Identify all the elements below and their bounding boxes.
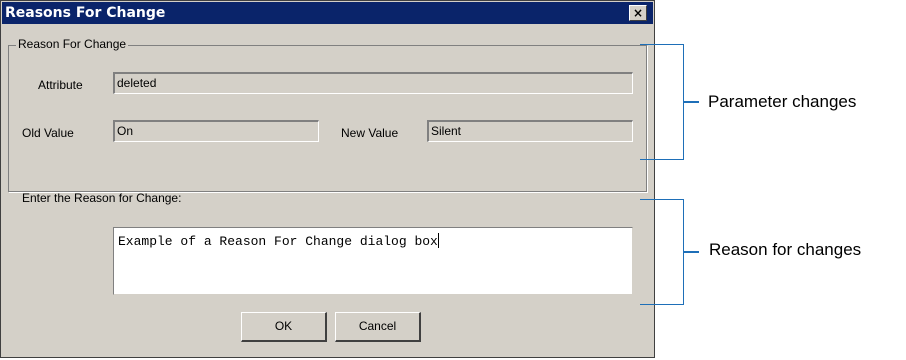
cancel-button[interactable]: Cancel	[335, 312, 421, 342]
close-button[interactable]: ×	[629, 5, 647, 21]
reason-for-changes-annotation: Reason for changes	[709, 240, 862, 259]
reason-text: Example of a Reason For Change dialog bo…	[118, 234, 438, 249]
text-caret	[437, 233, 439, 248]
title-bar[interactable]: Reasons For Change ×	[2, 2, 653, 24]
attribute-label: Attribute	[38, 78, 83, 92]
parameter-changes-bracket	[640, 44, 684, 160]
old-value-label: Old Value	[22, 126, 74, 140]
reason-for-changes-bracket	[640, 199, 684, 305]
reason-prompt-label: Enter the Reason for Change:	[22, 191, 182, 205]
groupbox-legend: Reason For Change	[16, 37, 129, 52]
parameter-changes-leader	[683, 101, 699, 103]
new-value-field[interactable]: Silent	[427, 120, 633, 142]
close-icon: ×	[632, 6, 644, 20]
parameter-changes-annotation: Parameter changes	[708, 92, 857, 111]
reason-textarea[interactable]: Example of a Reason For Change dialog bo…	[113, 227, 633, 295]
reason-for-change-groupbox	[8, 45, 647, 192]
reasons-for-change-dialog: Reasons For Change × Reason For Change A…	[0, 0, 655, 358]
old-value-field[interactable]: On	[113, 120, 319, 142]
dialog-title: Reasons For Change	[5, 5, 166, 21]
reason-for-changes-leader	[683, 251, 699, 253]
ok-button[interactable]: OK	[241, 312, 327, 342]
new-value-label: New Value	[341, 126, 399, 140]
attribute-field[interactable]: deleted	[113, 72, 633, 94]
